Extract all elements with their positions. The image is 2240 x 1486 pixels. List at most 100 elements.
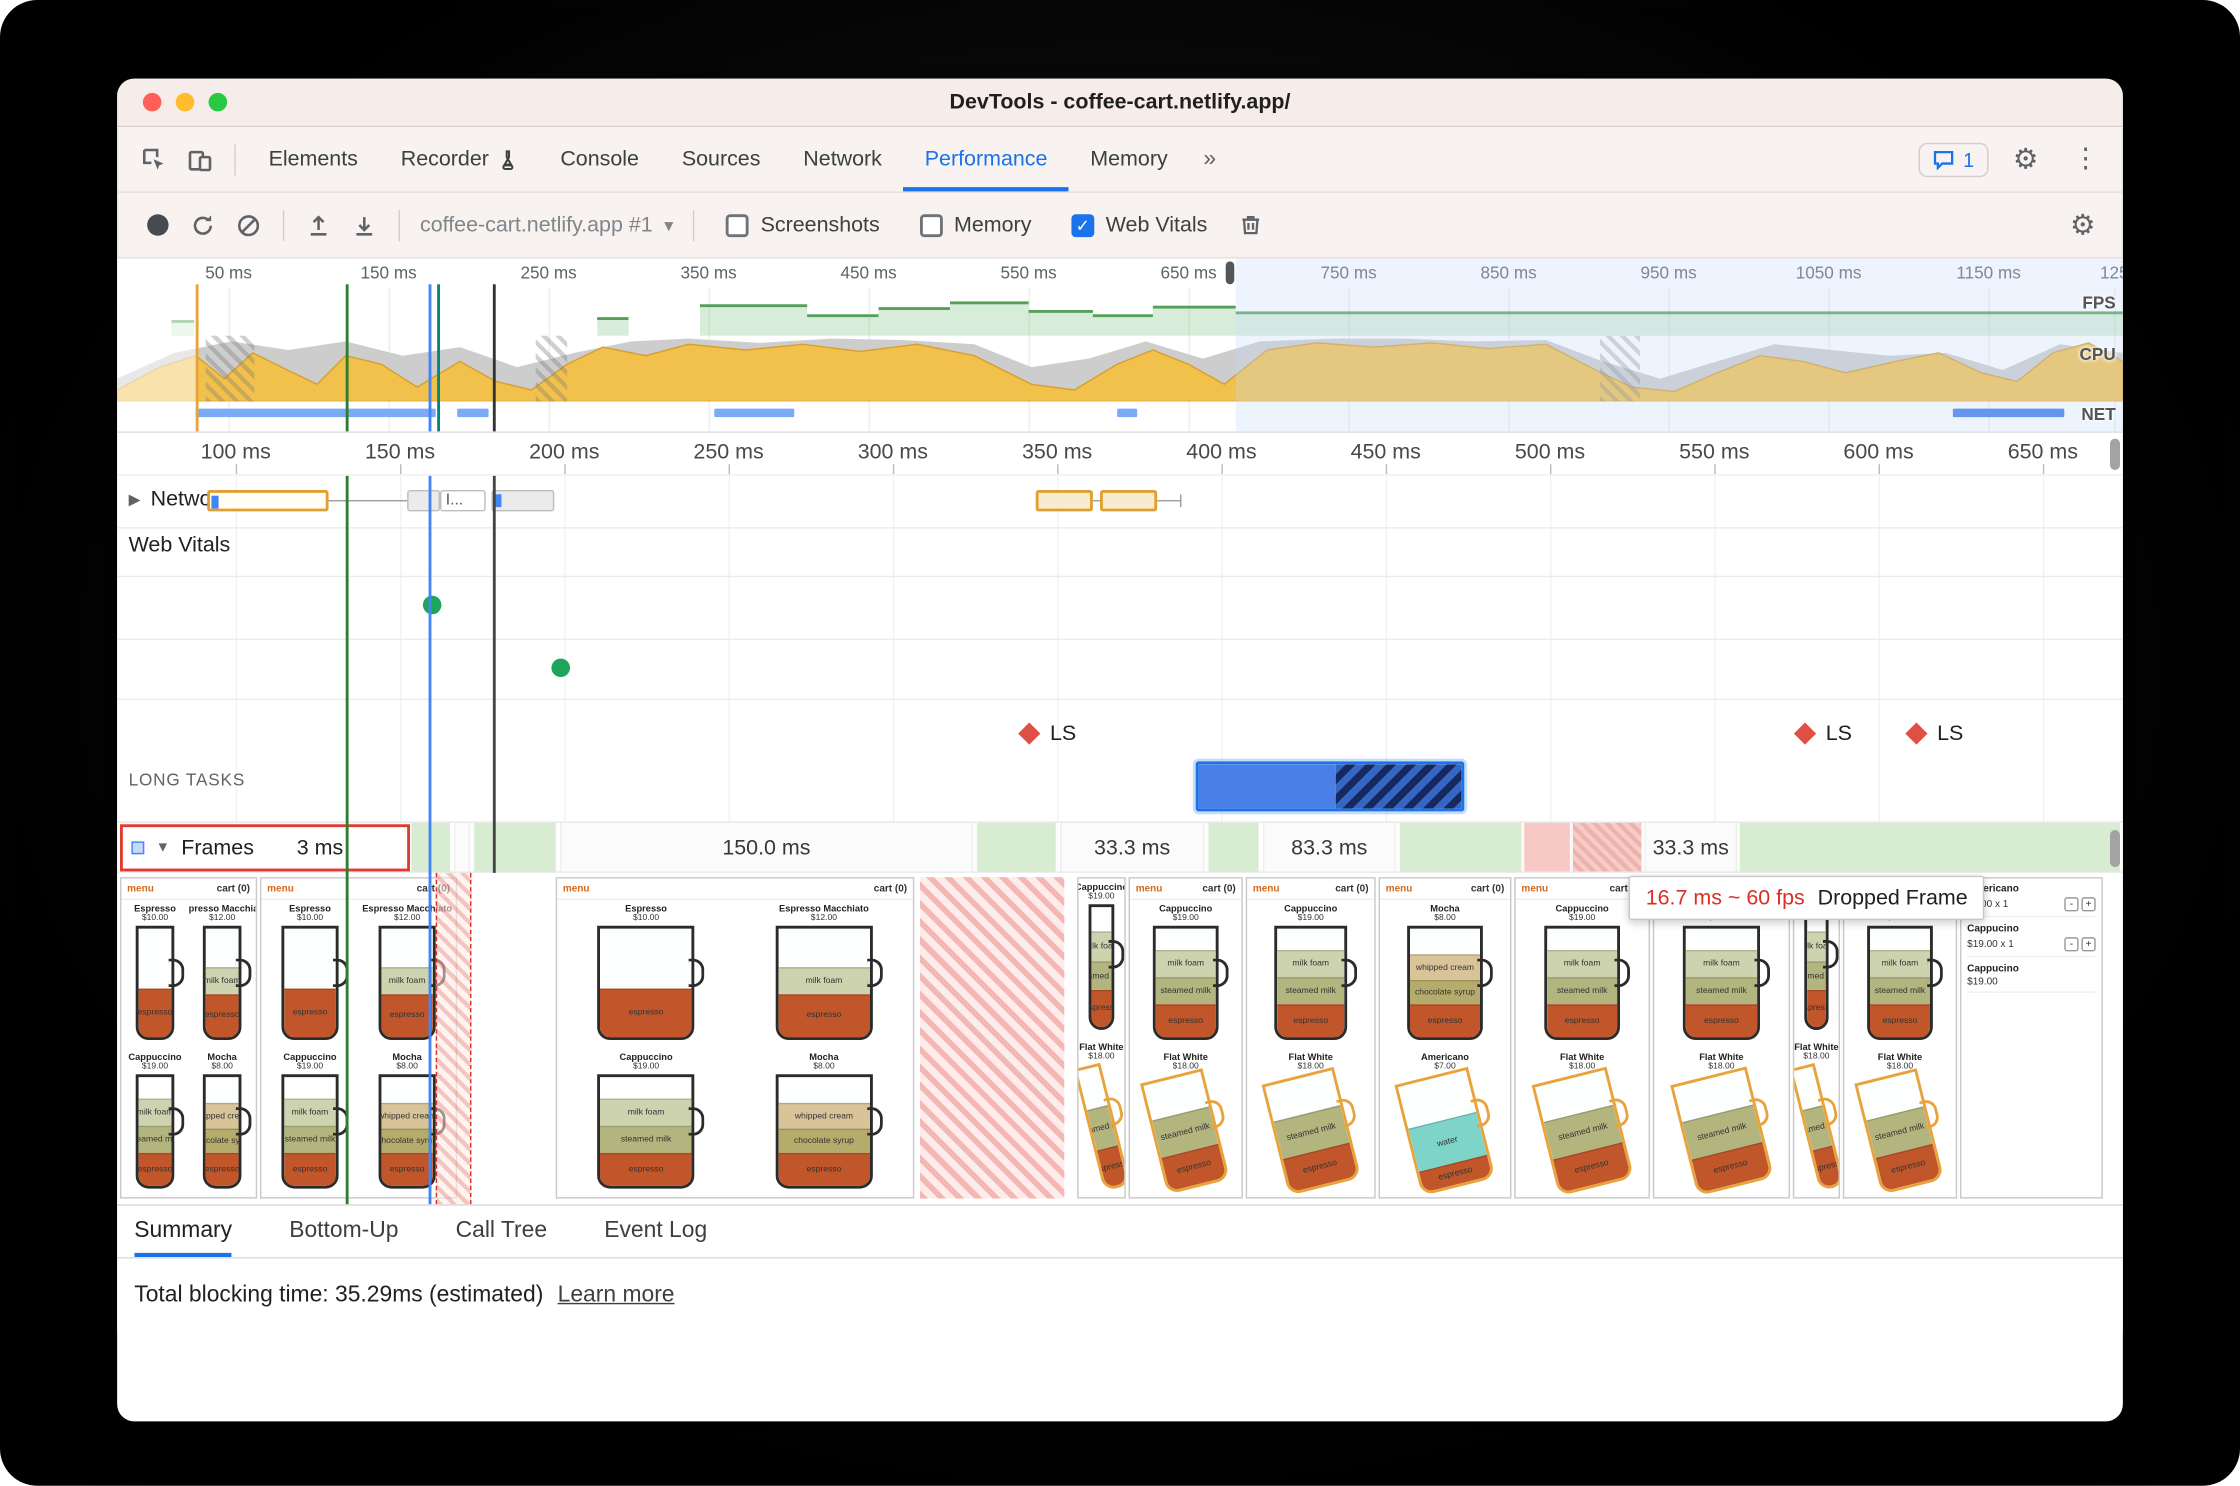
cart-item-name: Americano — [1967, 884, 2019, 895]
trash-icon[interactable] — [1227, 202, 1273, 248]
history-dropdown[interactable]: coffee-cart.netlify.app #1 ▾ — [411, 213, 682, 237]
capture-settings-gear-icon[interactable]: ⚙ — [2060, 202, 2106, 248]
tab-console[interactable]: Console — [539, 127, 660, 191]
quantity-stepper[interactable]: - + — [2064, 897, 2096, 912]
frame-segment[interactable] — [1571, 822, 1642, 872]
filmstrip-frame[interactable]: menucart (0)Cappuccino$19.00milk foamste… — [1128, 877, 1243, 1199]
frame-segment[interactable] — [1522, 822, 1570, 872]
web-vitals-track-label[interactable]: Web Vitals — [129, 533, 231, 557]
clear-recording-icon[interactable] — [226, 202, 272, 248]
tab-summary[interactable]: Summary — [134, 1206, 232, 1257]
frame-segment[interactable] — [1738, 822, 2120, 872]
overview-event-marker — [437, 284, 440, 432]
vertical-scrollbar-thumb[interactable] — [2109, 438, 2120, 470]
tab-memory[interactable]: Memory — [1069, 127, 1189, 191]
frame-segment[interactable]: 83.3 ms — [1261, 822, 1396, 872]
layout-shift-marker[interactable]: LS — [1018, 721, 1076, 746]
frame-segment[interactable] — [472, 822, 556, 872]
frame-segment[interactable] — [1207, 822, 1259, 872]
filmstrip-frame[interactable]: Americano $7.00 x 1- + Cappucino $19.00 x 1 -… — [1959, 877, 2103, 1199]
frames-track-header-highlight[interactable]: ▼ Frames 3 ms — [119, 824, 410, 872]
frame-segment[interactable] — [409, 822, 450, 872]
quantity-stepper[interactable]: - + — [2064, 937, 2096, 952]
layout-shift-marker[interactable]: LS — [1905, 721, 1963, 746]
filmstrip-frame[interactable]: menucart (0)Cappuccino$19.00milk foamste… — [1652, 877, 1790, 1199]
close-button[interactable] — [142, 92, 162, 112]
disclosure-triangle-icon[interactable]: ▼ — [156, 840, 170, 856]
network-request-bar[interactable] — [1035, 489, 1093, 512]
filmstrip-frame[interactable]: menucart (0)Espresso$10.00espressoEspres… — [555, 877, 915, 1199]
filmstrip-frame[interactable]: Cappuccino$19.00milk foamsteamed milkesp… — [1792, 877, 1840, 1199]
frames-scrollbar-thumb[interactable] — [2109, 829, 2120, 868]
cup-layer-steamed-milk: steamed milk — [1276, 977, 1345, 1005]
inspect-element-icon[interactable] — [131, 136, 177, 182]
filmstrip-frame[interactable]: Cappuccino$19.00milk foamsteamed milkesp… — [1077, 877, 1126, 1199]
web-vitals-good-marker[interactable] — [422, 595, 442, 615]
web-vitals-good-marker[interactable] — [551, 658, 570, 678]
load-profile-icon[interactable] — [296, 202, 342, 248]
save-profile-icon[interactable] — [341, 202, 387, 248]
coffee-cup: steamed milk espresso — [1794, 1062, 1839, 1190]
product-price: $12.00 — [394, 914, 421, 923]
more-tabs-chevron[interactable]: » — [1189, 146, 1230, 172]
filmstrip-frame[interactable]: menu cart (0) Mocha $8.00 whipped cream choco… — [1378, 877, 1512, 1199]
tab-network[interactable]: Network — [782, 127, 903, 191]
network-request-bar[interactable] — [1099, 489, 1158, 512]
timeline-overview[interactable]: 50 ms 150 ms 250 ms 350 ms 450 ms 550 ms 650 m… — [117, 258, 2123, 433]
issues-counter[interactable]: 1 — [1918, 142, 1989, 177]
layout-shift-marker[interactable]: LS — [1793, 721, 1852, 746]
frame-segment[interactable]: 33.3 ms — [1642, 822, 1738, 872]
minimize-button[interactable] — [175, 92, 195, 112]
minus-button[interactable]: - — [2064, 897, 2079, 912]
frame-segment[interactable] — [452, 822, 470, 872]
tab-recorder[interactable]: Recorder — [379, 127, 539, 191]
device-toolbar-icon[interactable] — [177, 136, 223, 182]
kebab-menu-icon[interactable]: ⋮ — [2063, 136, 2109, 182]
tab-bottom-up[interactable]: Bottom-Up — [289, 1206, 398, 1257]
network-track[interactable]: ▶ Network I... — [117, 476, 2123, 527]
long-task-bar-selected[interactable] — [1195, 761, 1465, 812]
tab-performance[interactable]: Performance — [903, 127, 1069, 191]
frame-segment[interactable] — [975, 822, 1056, 872]
record-button[interactable] — [134, 202, 180, 248]
filmstrip-frame[interactable]: menucart (0)Espresso$10.00espressoEspres… — [259, 877, 458, 1199]
cup-layer-steamed-milk: steamed milk — [284, 1126, 336, 1154]
coffee-cup: steamed milk espresso — [1530, 1066, 1634, 1197]
plus-button[interactable]: + — [2081, 937, 2096, 952]
tab-call-tree[interactable]: Call Tree — [456, 1206, 547, 1257]
network-request-bar[interactable] — [407, 489, 440, 512]
frame-segment[interactable] — [1398, 822, 1522, 872]
filmstrip-frame[interactable]: menucart (0)Espresso$10.00espressoEspres… — [119, 877, 258, 1199]
frames-track[interactable]: 150.0 ms 33.3 ms 83.3 ms 33.3 ms ▼ Frames 3… — [117, 821, 2123, 873]
ruler-labels: 100 ms 150 ms 200 ms 250 ms 300 ms 350 ms 400 … — [117, 433, 2123, 475]
long-tasks-label: LONG TASKS — [128, 769, 246, 790]
screenshots-checkbox[interactable]: Screenshots — [726, 213, 880, 237]
network-request-bar[interactable]: I... — [439, 489, 486, 512]
filmstrip-frame[interactable]: menucart (0)Cappuccino$19.00milk foamste… — [1245, 877, 1376, 1199]
network-request-bar[interactable] — [207, 489, 329, 512]
zoom-button[interactable] — [208, 92, 228, 112]
web-vitals-checkbox[interactable]: ✓ Web Vitals — [1071, 213, 1207, 237]
settings-gear-icon[interactable]: ⚙ — [2003, 136, 2049, 182]
minus-button[interactable]: - — [2064, 937, 2079, 952]
network-request-bar[interactable] — [491, 489, 555, 512]
reload-and-record-icon[interactable] — [180, 202, 226, 248]
product-name: Cappuccino — [283, 1052, 337, 1063]
overview-drag-handle[interactable] — [1225, 261, 1235, 285]
learn-more-link[interactable]: Learn more — [558, 1283, 675, 1309]
cup-layer-espresso: espresso — [1276, 1004, 1345, 1038]
filmstrip-frame[interactable]: menucart (0)Cappuccino$19.00milk foamste… — [1514, 877, 1650, 1199]
memory-checkbox[interactable]: Memory — [919, 213, 1031, 237]
cup-layer-espresso: espresso — [1546, 1004, 1618, 1038]
product-cell: Americano $7.00 water espresso — [1380, 1049, 1510, 1198]
ls-diamond-icon — [1018, 722, 1041, 745]
tab-sources[interactable]: Sources — [660, 127, 781, 191]
frame-segment[interactable]: 150.0 ms — [558, 822, 973, 872]
tab-event-log[interactable]: Event Log — [604, 1206, 707, 1257]
plus-button[interactable]: + — [2081, 897, 2096, 912]
detail-time-ruler[interactable]: 100 ms 150 ms 200 ms 250 ms 300 ms 350 ms 400 … — [117, 432, 2123, 476]
frame-segment[interactable]: 33.3 ms — [1058, 822, 1205, 872]
dropped-frame-placeholder[interactable] — [919, 877, 1065, 1199]
tab-elements[interactable]: Elements — [247, 127, 379, 191]
filmstrip-frame[interactable]: menucart (1)Cappuccino$19.00milk foamste… — [1842, 877, 1958, 1199]
